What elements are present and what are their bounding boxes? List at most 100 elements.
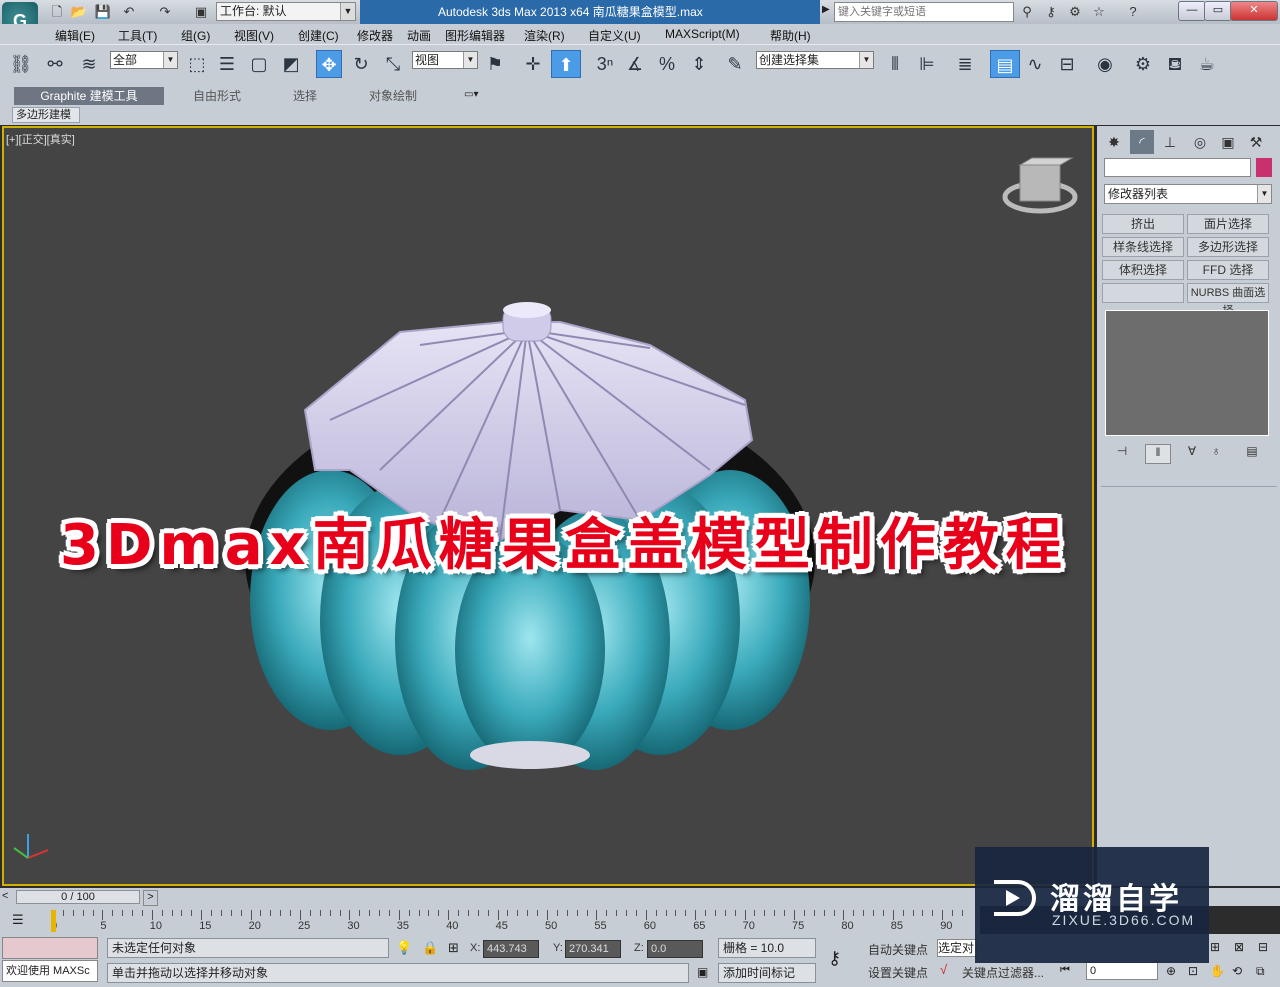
pan-view-icon[interactable]: ✋: [1210, 964, 1225, 978]
track-tick-label: 10: [149, 920, 163, 932]
y-coordinate-field[interactable]: 270.341: [565, 940, 621, 958]
hierarchy-tab-icon[interactable]: ⊥: [1158, 130, 1182, 154]
track-tick: [428, 910, 430, 916]
track-tick-label: 65: [693, 920, 706, 932]
track-tick: [72, 910, 74, 916]
auto-key-button[interactable]: 自动关键点: [868, 941, 928, 958]
show-end-result-icon[interactable]: ‖: [1145, 444, 1171, 464]
selection-lock-icon[interactable]: 🔒: [422, 940, 438, 956]
motion-tab-icon[interactable]: ◎: [1188, 130, 1212, 154]
track-tick: [547, 910, 548, 920]
parameters-rollout: [1101, 486, 1277, 885]
track-tick-label: 40: [446, 920, 459, 932]
maxscript-listener-field[interactable]: [2, 937, 98, 959]
add-time-tag[interactable]: 添加时间标记: [718, 963, 816, 983]
modifier-extrude-button[interactable]: 挤出: [1102, 214, 1184, 234]
track-tick: [596, 910, 598, 920]
viewcube-icon[interactable]: [1002, 157, 1078, 214]
remove-modifier-icon[interactable]: ♁: [1204, 444, 1228, 462]
mini-curve-editor-icon[interactable]: ☰: [12, 912, 24, 928]
tutorial-title-overlay: 3Dmax南瓜糖果盒盖模型制作教程: [60, 513, 1069, 578]
modifier-spline-select-button[interactable]: 样条线选择: [1102, 237, 1184, 257]
track-tick: [675, 910, 677, 916]
track-tick: [744, 910, 746, 920]
track-tick: [290, 910, 292, 916]
track-tick: [339, 910, 341, 916]
orbit-icon[interactable]: ⟲: [1232, 964, 1242, 978]
track-tick: [537, 910, 539, 916]
maximize-viewport-icon[interactable]: ⧉: [1256, 964, 1265, 979]
x-label: X:: [470, 942, 481, 954]
track-tick: [240, 910, 242, 916]
field-of-view-icon[interactable]: ⊡: [1188, 964, 1198, 978]
modify-tab-icon[interactable]: ◜: [1130, 130, 1154, 154]
make-unique-icon[interactable]: ∀: [1180, 444, 1204, 462]
modifier-patch-select-button[interactable]: 面片选择: [1187, 214, 1269, 234]
track-tick: [112, 910, 114, 916]
object-color-swatch[interactable]: [1256, 158, 1272, 177]
track-tick: [487, 910, 489, 916]
zoom-region-icon[interactable]: ⊟: [1258, 940, 1268, 954]
track-tick: [191, 910, 193, 916]
track-tick: [161, 910, 163, 916]
current-frame-field[interactable]: 0: [1086, 962, 1158, 980]
track-tick: [586, 910, 588, 916]
pin-stack-icon[interactable]: ⊣: [1110, 444, 1134, 462]
zoom-extents-all-icon[interactable]: ⊠: [1234, 940, 1244, 954]
track-tick: [803, 910, 805, 916]
modifier-nurbs-select-button[interactable]: NURBS 曲面选择: [1187, 283, 1269, 317]
track-tick: [813, 910, 815, 916]
track-tick: [665, 910, 667, 916]
track-tick: [319, 910, 321, 916]
zoom-extents-icon[interactable]: ⊕: [1166, 964, 1176, 978]
track-tick: [853, 910, 855, 916]
x-coordinate-field[interactable]: 443.743: [483, 940, 539, 958]
track-tick: [932, 910, 934, 916]
selected-set-dropdown[interactable]: 选定对: [937, 939, 977, 957]
track-tick: [961, 910, 963, 916]
create-tab-icon[interactable]: ✸: [1102, 130, 1126, 154]
time-slider-next-button[interactable]: >: [143, 890, 158, 906]
key-filters-button[interactable]: 关键点过滤器...: [962, 964, 1044, 981]
track-tick: [952, 910, 954, 916]
modifier-ffd-select-button[interactable]: FFD 选择: [1187, 260, 1269, 280]
track-tick: [82, 910, 84, 916]
absolute-mode-icon[interactable]: ⊞: [448, 940, 459, 956]
configure-modifier-sets-icon[interactable]: ▤: [1240, 444, 1264, 462]
track-tick: [606, 910, 608, 916]
track-tick-label: 45: [495, 920, 508, 932]
key-filter-icon: √: [940, 962, 948, 977]
track-tick: [566, 910, 568, 916]
modifier-stack-view[interactable]: [1105, 310, 1269, 436]
modifier-empty-button[interactable]: [1102, 283, 1184, 303]
time-slider-thumb[interactable]: 0 / 100: [16, 890, 140, 904]
track-tick: [784, 910, 786, 916]
set-key-icon[interactable]: ⚷: [828, 948, 841, 969]
object-name-field[interactable]: [1104, 158, 1251, 177]
track-tick: [635, 910, 637, 916]
z-coordinate-field[interactable]: 0.0: [647, 940, 703, 958]
watermark-url: ZIXUE.3D66.COM: [1052, 912, 1196, 928]
track-tick: [863, 910, 865, 916]
set-key-button[interactable]: 设置关键点: [868, 964, 928, 981]
current-frame-marker: [51, 910, 56, 932]
track-tick: [171, 910, 173, 916]
maxscript-welcome[interactable]: 欢迎使用 MAXSc: [2, 960, 98, 982]
track-tick: [369, 910, 371, 916]
time-tag-icon[interactable]: ▣: [697, 965, 708, 979]
time-slider-prev-button[interactable]: <: [2, 890, 8, 902]
track-tick-label: 55: [594, 920, 607, 932]
track-tick: [230, 910, 232, 916]
track-tick: [724, 910, 726, 916]
track-tick-label: 35: [396, 920, 410, 932]
modifier-poly-select-button[interactable]: 多边形选择: [1187, 237, 1269, 257]
isolate-selection-icon[interactable]: 💡: [396, 940, 412, 956]
track-tick-label: 85: [890, 920, 904, 932]
utilities-tab-icon[interactable]: ⚒: [1244, 130, 1268, 154]
modifier-vol-select-button[interactable]: 体积选择: [1102, 260, 1184, 280]
track-tick: [141, 910, 143, 916]
modifier-list-dropdown[interactable]: 修改器列表 ▼: [1104, 184, 1272, 204]
goto-start-icon[interactable]: ⏮: [1060, 964, 1070, 977]
display-tab-icon[interactable]: ▣: [1216, 130, 1240, 154]
zoom-all-icon[interactable]: ⊞: [1210, 940, 1220, 954]
